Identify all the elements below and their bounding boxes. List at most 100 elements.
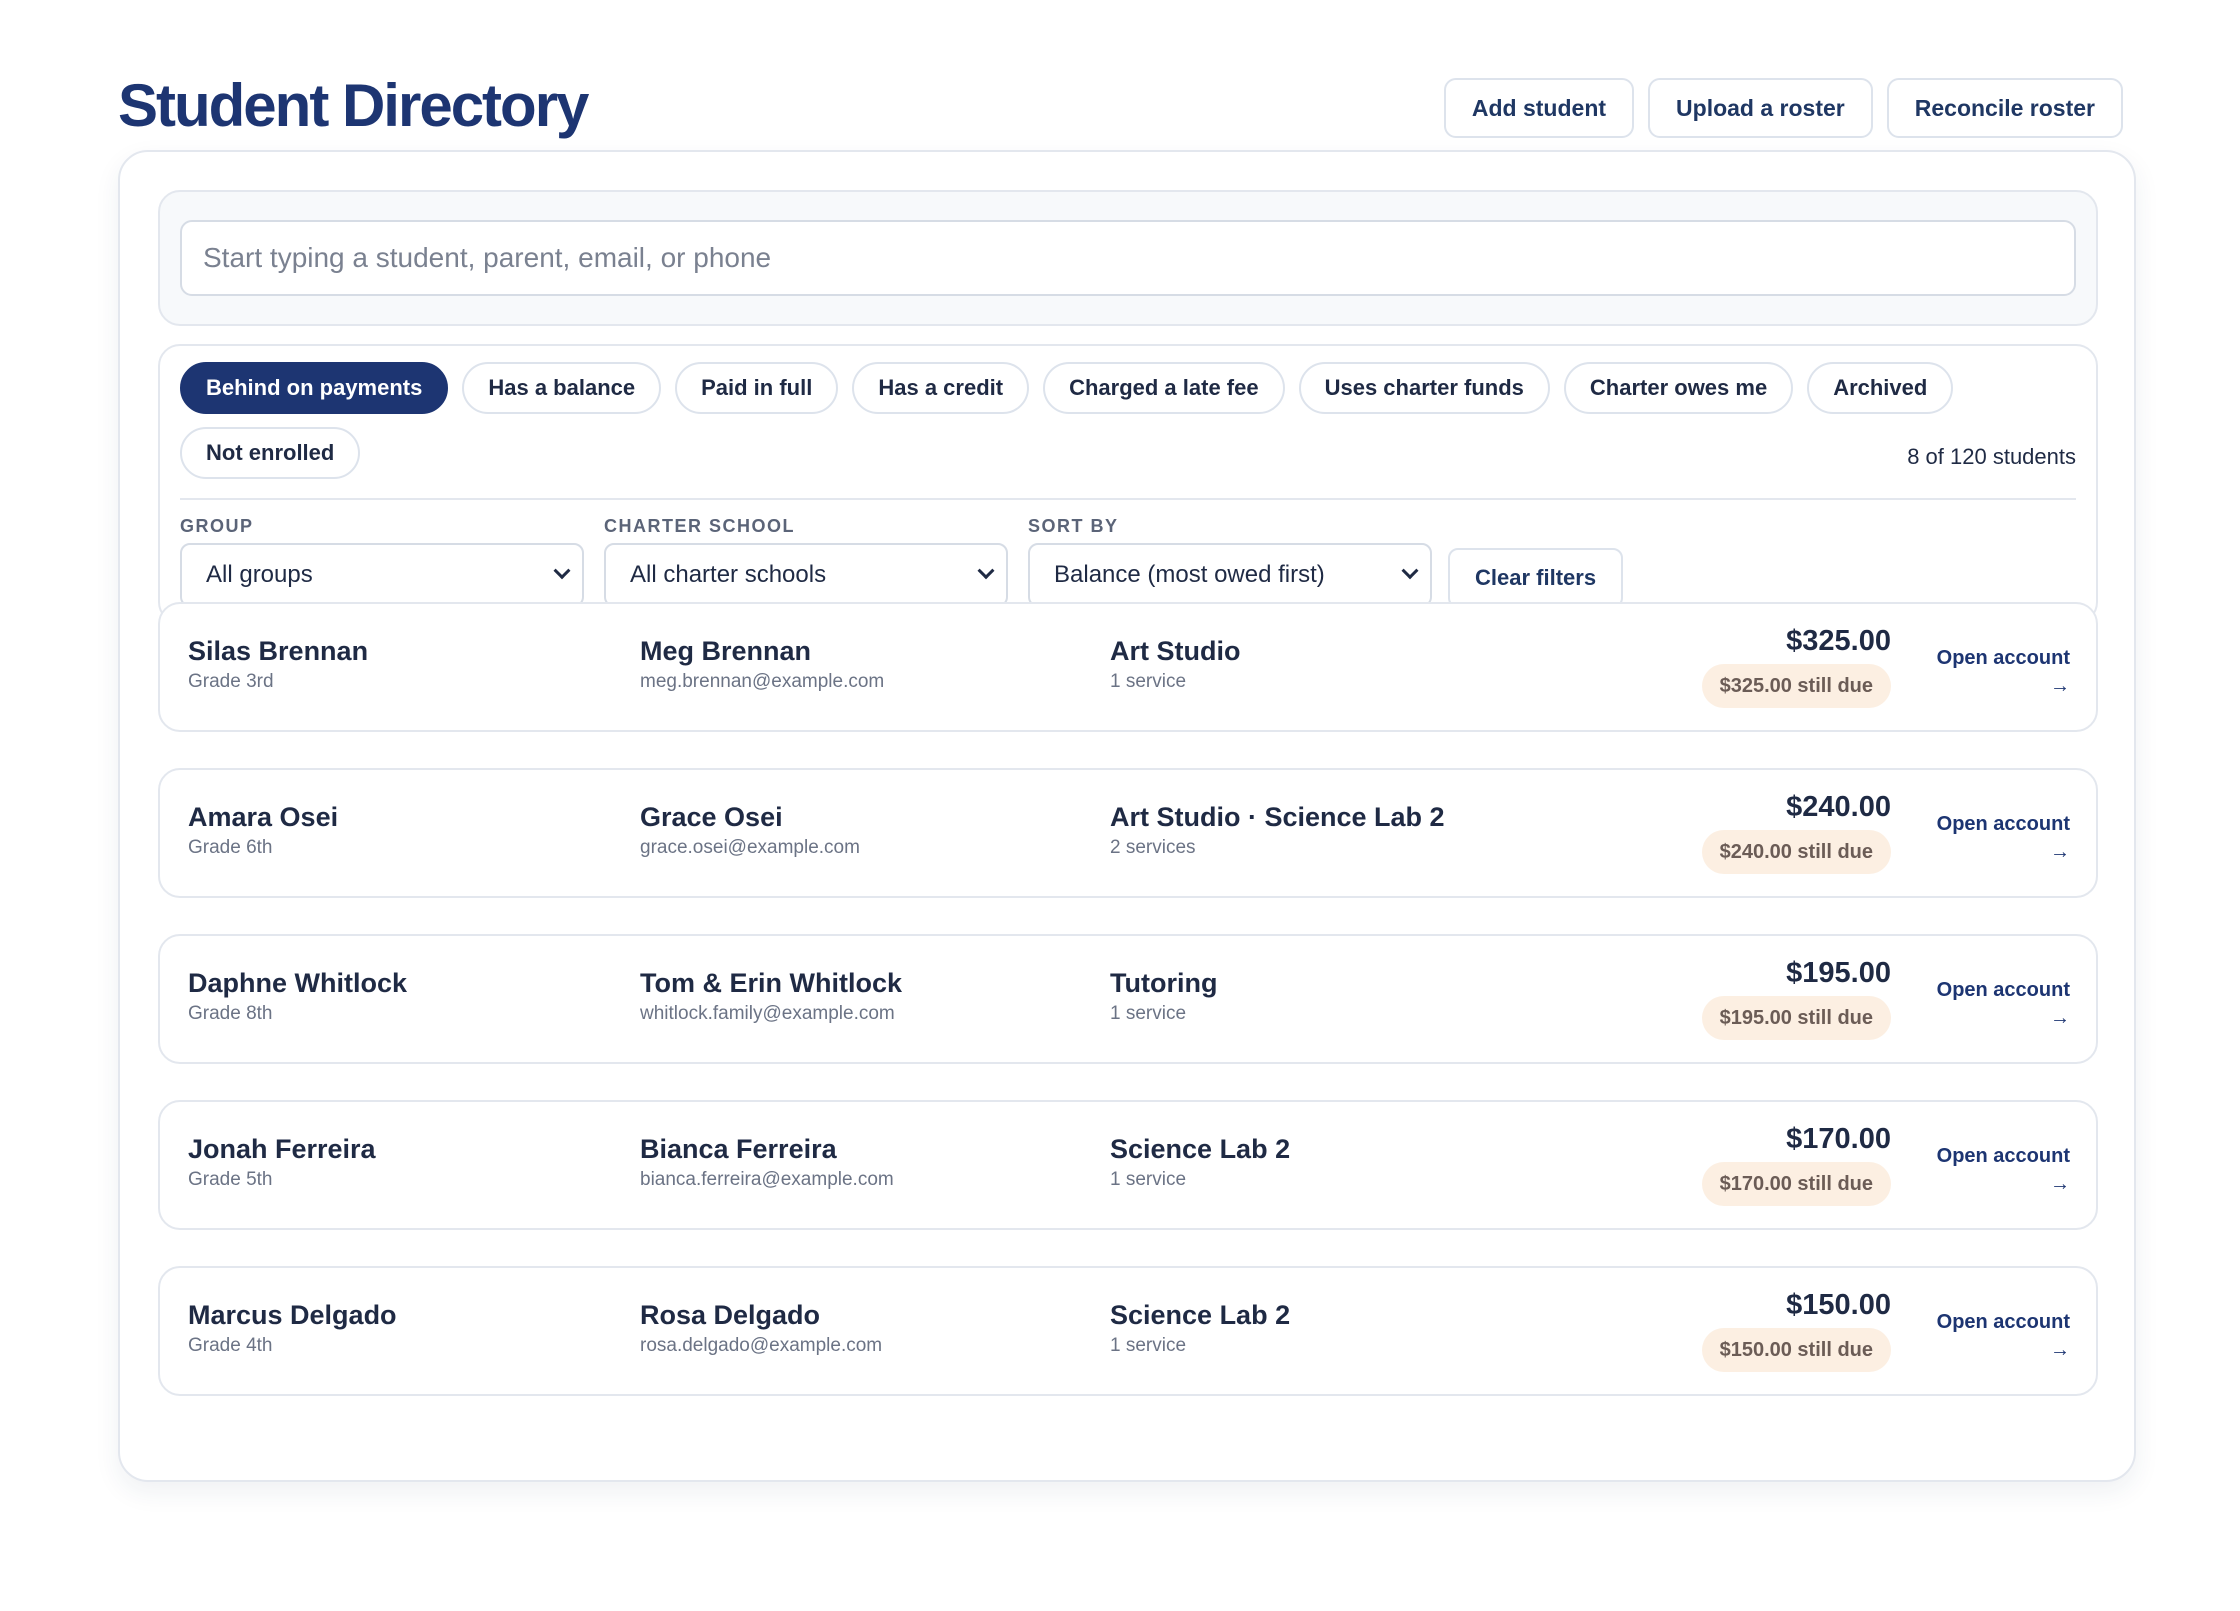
open-account-link[interactable]: Open account → xyxy=(1937,1308,2070,1364)
service-count: 1 service xyxy=(1110,1169,1187,1190)
student-grade: Grade 5th xyxy=(188,1169,273,1190)
balance-amount: $150.00 xyxy=(1786,1289,1891,1321)
charter-school-select[interactable]: All charter schools xyxy=(604,543,1008,607)
sort-by-select[interactable]: Balance (most owed first) xyxy=(1028,543,1432,607)
student-cell: Marcus Delgado Grade 4th xyxy=(188,1298,397,1360)
service-count: 2 services xyxy=(1110,837,1196,858)
filter-chip[interactable]: Charter owes me xyxy=(1563,362,1794,414)
open-account-link[interactable]: Open account → xyxy=(1937,1142,2070,1198)
student-name: Jonah Ferreira xyxy=(188,1134,376,1164)
reconcile-roster-button[interactable]: Reconcile roster xyxy=(1886,78,2123,138)
parent-email: whitlock.family@example.com xyxy=(640,1003,895,1024)
services-cell: Science Lab 2 1 service xyxy=(1110,1298,1290,1360)
open-account-label: Open account xyxy=(1936,1145,2070,1167)
parent-cell: Meg Brennan meg.brennan@example.com xyxy=(640,634,884,696)
filter-chip[interactable]: Has a credit xyxy=(852,362,1030,414)
student-cell: Daphne Whitlock Grade 8th xyxy=(188,966,407,1028)
group-filter-label: GROUP xyxy=(180,516,254,536)
search-input[interactable] xyxy=(180,220,2076,296)
services-list: Science Lab 2 xyxy=(1110,1134,1291,1164)
open-account-link[interactable]: Open account → xyxy=(1937,976,2070,1032)
parent-name: Tom & Erin Whitlock xyxy=(640,968,902,998)
services-list: Tutoring xyxy=(1110,968,1218,998)
parent-email: meg.brennan@example.com xyxy=(640,671,885,692)
open-account-link[interactable]: Open account → xyxy=(1937,644,2070,700)
still-due-badge: $240.00 still due xyxy=(1701,830,1891,874)
group-select-value: All groups xyxy=(206,561,313,588)
services-cell: Art Studio · Science Lab 2 2 services xyxy=(1110,800,1445,862)
balance-amount: $195.00 xyxy=(1786,957,1891,989)
sort-by-filter: SORT BY Balance (most owed first) xyxy=(1028,516,1432,607)
balance-cell: $170.00 $170.00 still due xyxy=(1701,1120,1891,1206)
student-grade: Grade 4th xyxy=(188,1335,273,1356)
open-account-label: Open account xyxy=(1936,1311,2070,1333)
services-cell: Science Lab 2 1 service xyxy=(1110,1132,1290,1194)
filter-chip[interactable]: Paid in full xyxy=(675,362,839,414)
student-row[interactable]: Daphne Whitlock Grade 8th Tom & Erin Whitl… xyxy=(158,934,2098,1064)
services-list: Science Lab 2 xyxy=(1110,1300,1291,1330)
balance-amount: $170.00 xyxy=(1786,1123,1891,1155)
sort-by-select-value: Balance (most owed first) xyxy=(1054,561,1325,588)
parent-email: grace.osei@example.com xyxy=(640,837,860,858)
add-student-button[interactable]: Add student xyxy=(1443,78,1635,138)
parent-cell: Tom & Erin Whitlock whitlock.family@examp… xyxy=(640,966,902,1028)
arrow-right-icon: → xyxy=(2050,1173,2070,1195)
filters-panel: Behind on payments Has a balance Paid in f… xyxy=(158,344,2098,624)
arrow-right-icon: → xyxy=(2050,1339,2070,1361)
still-due-badge: $325.00 still due xyxy=(1701,664,1891,708)
clear-filters-button[interactable]: Clear filters xyxy=(1448,548,1624,608)
parent-cell: Grace Osei grace.osei@example.com xyxy=(640,800,860,862)
filter-chip[interactable]: Behind on payments xyxy=(180,362,449,414)
upload-roster-button[interactable]: Upload a roster xyxy=(1648,78,1873,138)
filter-chip[interactable]: Not enrolled xyxy=(180,427,361,479)
open-account-link[interactable]: Open account → xyxy=(1937,810,2070,866)
student-name: Silas Brennan xyxy=(188,636,369,666)
student-name: Daphne Whitlock xyxy=(188,968,408,998)
services-cell: Tutoring 1 service xyxy=(1110,966,1217,1028)
student-cell: Silas Brennan Grade 3rd xyxy=(188,634,368,696)
chevron-down-icon xyxy=(977,562,995,580)
student-row[interactable]: Jonah Ferreira Grade 5th Bianca Ferreira bi… xyxy=(158,1100,2098,1230)
still-due-badge: $150.00 still due xyxy=(1701,1328,1891,1372)
balance-cell: $195.00 $195.00 still due xyxy=(1701,954,1891,1040)
services-cell: Art Studio 1 service xyxy=(1110,634,1240,696)
service-count: 1 service xyxy=(1110,671,1187,692)
arrow-right-icon: → xyxy=(2050,1007,2070,1029)
filter-chip[interactable]: Charged a late fee xyxy=(1043,362,1285,414)
filter-chip[interactable]: Archived xyxy=(1807,362,1954,414)
chevron-down-icon xyxy=(1401,562,1419,580)
student-row[interactable]: Marcus Delgado Grade 4th Rosa Delgado rosa.… xyxy=(158,1266,2098,1396)
open-account-label: Open account xyxy=(1936,647,2070,669)
balance-cell: $240.00 $240.00 still due xyxy=(1701,788,1891,874)
still-due-badge: $170.00 still due xyxy=(1701,1162,1891,1206)
search-panel xyxy=(158,190,2098,326)
header-actions: Add student Upload a roster Reconcile ro… xyxy=(1443,78,2123,138)
parent-cell: Rosa Delgado rosa.delgado@example.com xyxy=(640,1298,882,1360)
charter-school-filter: CHARTER SCHOOL All charter schools xyxy=(604,516,1008,607)
parent-email: bianca.ferreira@example.com xyxy=(640,1169,894,1190)
services-list: Art Studio · Science Lab 2 xyxy=(1110,802,1445,832)
still-due-badge: $195.00 still due xyxy=(1701,996,1891,1040)
parent-name: Bianca Ferreira xyxy=(640,1134,837,1164)
directory-card: Behind on paymentsHas a balancePaid in f… xyxy=(118,150,2136,1482)
charter-school-select-value: All charter schools xyxy=(630,561,827,588)
arrow-right-icon: → xyxy=(2050,675,2070,697)
parent-name: Grace Osei xyxy=(640,802,783,832)
parent-name: Rosa Delgado xyxy=(640,1300,821,1330)
filter-chip[interactable]: Uses charter funds xyxy=(1298,362,1550,414)
student-row[interactable]: Silas Brennan Grade 3rd Meg Brennan meg.bre… xyxy=(158,602,2098,732)
charter-school-filter-label: CHARTER SCHOOL xyxy=(604,516,795,536)
service-count: 1 service xyxy=(1110,1003,1187,1024)
group-filter: GROUP All groups xyxy=(180,516,584,607)
filter-chips: Behind on payments Has a balance Paid in f… xyxy=(180,362,2080,479)
student-name: Marcus Delgado xyxy=(188,1300,397,1330)
sort-by-filter-label: SORT BY xyxy=(1028,516,1119,536)
student-row[interactable]: Amara Osei Grade 6th Grace Osei grace.osei@… xyxy=(158,768,2098,898)
chevron-down-icon xyxy=(553,562,571,580)
services-list: Art Studio xyxy=(1110,636,1241,666)
group-select[interactable]: All groups xyxy=(180,543,584,607)
filter-chip[interactable]: Has a balance xyxy=(462,362,662,414)
balance-cell: $325.00 $325.00 still due xyxy=(1701,622,1891,708)
parent-cell: Bianca Ferreira bianca.ferreira@example.c… xyxy=(640,1132,894,1194)
student-directory-page: Student Directory Add student Upload a r… xyxy=(0,0,2240,1611)
